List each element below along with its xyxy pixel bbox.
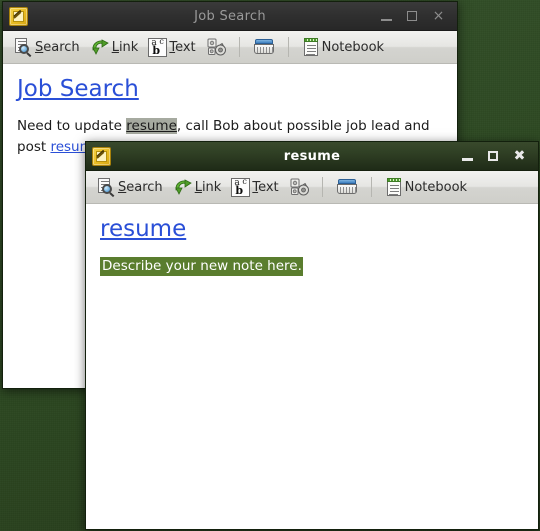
minimize-button[interactable] bbox=[380, 10, 393, 23]
toolbar-button-text[interactable]: acb Text bbox=[144, 33, 199, 61]
gears-icon bbox=[206, 37, 226, 57]
toolbar-job-search[interactable]: Search Link acb Text Notebook bbox=[3, 31, 457, 64]
selected-link-resume[interactable]: resume bbox=[126, 118, 177, 135]
toolbar-label-text: Text bbox=[169, 39, 196, 55]
toolbar-button-search[interactable]: Search bbox=[92, 173, 167, 201]
toolbar-button-print[interactable] bbox=[249, 33, 279, 61]
note-heading-job-search[interactable]: Job Search bbox=[17, 76, 139, 102]
toolbar-button-search[interactable]: Search bbox=[9, 33, 84, 61]
titlebar-resume[interactable]: resume ✖ bbox=[86, 142, 538, 171]
toolbar-button-link[interactable]: Link bbox=[169, 173, 226, 201]
toolbar-button-link[interactable]: Link bbox=[86, 33, 143, 61]
search-icon bbox=[13, 37, 33, 58]
search-icon bbox=[96, 177, 116, 198]
window-controls-job-search[interactable]: × bbox=[380, 9, 453, 23]
toolbar-button-tools[interactable] bbox=[285, 173, 313, 201]
note-text-segment: Need to update bbox=[17, 118, 127, 135]
toolbar-label-search: Search bbox=[118, 179, 163, 195]
printer-icon bbox=[253, 38, 275, 56]
note-edit-icon bbox=[9, 6, 28, 26]
toolbar-separator bbox=[321, 177, 323, 197]
window-resume[interactable]: resume ✖ Search Link a c b Text Notebook… bbox=[85, 141, 539, 530]
text-abc-icon: acb bbox=[231, 177, 251, 197]
toolbar-label-link: Link bbox=[194, 179, 222, 195]
selected-placeholder-text[interactable]: Describe your new note here. bbox=[100, 257, 303, 277]
desktop-background: Job Search × Search Link a c b Text Note… bbox=[0, 0, 540, 531]
toolbar-label-text: Text bbox=[252, 179, 279, 195]
toolbar-label-link: Link bbox=[111, 39, 139, 55]
window-controls-resume[interactable]: ✖ bbox=[461, 149, 534, 163]
maximize-button[interactable] bbox=[487, 150, 500, 163]
minimize-button[interactable] bbox=[461, 150, 474, 163]
titlebar-job-search[interactable]: Job Search × bbox=[3, 2, 457, 31]
toolbar-resume[interactable]: Search Link acb Text Notebook bbox=[86, 171, 538, 204]
toolbar-separator bbox=[370, 177, 372, 197]
note-paragraph-resume: Describe your new note here. bbox=[100, 256, 524, 277]
note-body-resume[interactable]: resume Describe your new note here. bbox=[86, 204, 538, 529]
toolbar-label-notebook: Notebook bbox=[321, 39, 385, 55]
toolbar-separator bbox=[287, 37, 289, 57]
link-arrow-icon bbox=[173, 177, 193, 197]
toolbar-button-print[interactable] bbox=[332, 173, 362, 201]
notebook-icon bbox=[302, 37, 320, 57]
printer-icon bbox=[336, 178, 358, 196]
gears-icon bbox=[289, 177, 309, 197]
toolbar-label-search: Search bbox=[35, 39, 80, 55]
close-button[interactable]: ✖ bbox=[513, 149, 526, 163]
link-arrow-icon bbox=[90, 37, 110, 57]
toolbar-button-notebook[interactable]: Notebook bbox=[298, 33, 388, 61]
toolbar-button-notebook[interactable]: Notebook bbox=[381, 173, 471, 201]
maximize-button[interactable] bbox=[406, 10, 419, 23]
note-edit-icon bbox=[92, 146, 111, 166]
toolbar-button-text[interactable]: acb Text bbox=[227, 173, 282, 201]
text-abc-icon: acb bbox=[148, 37, 168, 57]
close-button[interactable]: × bbox=[432, 9, 445, 23]
note-heading-resume[interactable]: resume bbox=[100, 216, 186, 242]
toolbar-separator bbox=[238, 37, 240, 57]
toolbar-button-tools[interactable] bbox=[202, 33, 230, 61]
toolbar-label-notebook: Notebook bbox=[404, 179, 468, 195]
notebook-icon bbox=[385, 177, 403, 197]
